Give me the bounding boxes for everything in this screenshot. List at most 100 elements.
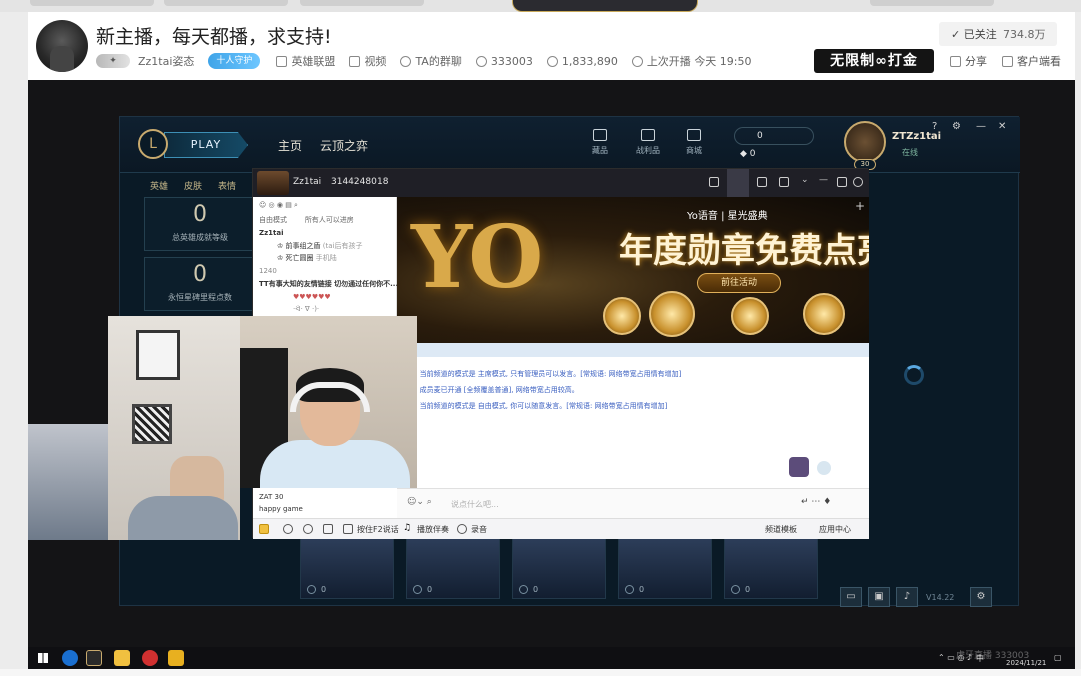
chat-input-bar[interactable]: ☺⌄ ⌕ 说点什么吧... ↵ ⋯ ♦ bbox=[397, 488, 869, 518]
champion-card[interactable]: 0 bbox=[300, 537, 394, 599]
top-tab[interactable] bbox=[164, 0, 288, 6]
member-row[interactable]: ZAT 30 bbox=[259, 493, 283, 501]
home-icon[interactable] bbox=[727, 169, 749, 197]
wall-qr-art bbox=[132, 404, 172, 444]
chevron-down-icon[interactable]: ⌄ bbox=[801, 175, 811, 185]
player-avatar[interactable] bbox=[844, 121, 886, 163]
channel-template-label[interactable]: 频道模板 bbox=[765, 524, 797, 535]
power-icon[interactable] bbox=[853, 177, 863, 187]
voice-button[interactable]: ♪ bbox=[896, 587, 918, 607]
promo-banner[interactable]: 无限制∞打金 bbox=[814, 49, 934, 73]
category-link[interactable]: 英雄联盟 bbox=[276, 53, 335, 69]
member-row[interactable]: ♔ 死亡圆圈 手机陆 bbox=[277, 253, 337, 263]
notification-icon[interactable]: ▢ bbox=[1054, 653, 1062, 662]
member-row[interactable]: happy game bbox=[259, 505, 303, 513]
record-icon[interactable] bbox=[457, 524, 467, 534]
mascot-icon[interactable] bbox=[789, 457, 809, 477]
member-row[interactable]: ♔ 前事组之盾 (tai后有孩子 bbox=[277, 241, 362, 251]
video-icon bbox=[349, 55, 361, 67]
yo-taskbar-icon[interactable] bbox=[114, 650, 130, 666]
client-watch-label: 客户端看 bbox=[1017, 55, 1061, 68]
top-tab[interactable] bbox=[870, 0, 994, 6]
nav-tft[interactable]: 云顶之弈 bbox=[320, 137, 368, 154]
send-icon[interactable]: ↵ ⋯ ♦ bbox=[801, 497, 831, 507]
eternal-stat-card: 0 永恒星碑里程点数 bbox=[144, 257, 254, 311]
missions-button[interactable]: ▣ bbox=[868, 587, 890, 607]
chat-member-panel: ☺ ◎ ◉ ▤ ⌕ 自由模式 所有人可以进房 Zz1tai ♔ 前事组之盾 (t… bbox=[253, 197, 398, 319]
fan-group-label: TA的群聊 bbox=[415, 55, 462, 68]
owner-row[interactable]: Zz1tai bbox=[259, 229, 284, 237]
keyboard-icon[interactable] bbox=[343, 524, 353, 534]
side-tab-emotes[interactable]: 表情 bbox=[218, 179, 236, 192]
app-center-label[interactable]: 应用中心 bbox=[819, 524, 851, 535]
grid-icon[interactable] bbox=[757, 177, 767, 187]
fan-group-link[interactable]: TA的群聊 bbox=[400, 53, 462, 69]
record-label[interactable]: 录音 bbox=[471, 524, 487, 535]
share-icon bbox=[950, 55, 961, 67]
rp-balance[interactable]: 0 bbox=[734, 127, 814, 145]
video-link[interactable]: 视频 bbox=[349, 53, 386, 69]
mic-icon[interactable] bbox=[303, 524, 313, 534]
side-tab-champions[interactable]: 英雄 bbox=[150, 179, 168, 192]
heat-count: 1,833,890 bbox=[546, 55, 618, 68]
champion-card[interactable]: 0 bbox=[512, 537, 606, 599]
help-icon[interactable]: ? bbox=[932, 121, 937, 132]
top-tab[interactable] bbox=[300, 0, 424, 6]
side-tab-skins[interactable]: 皮肤 bbox=[184, 179, 202, 192]
loot-button[interactable]: 战利品 bbox=[626, 127, 670, 156]
app-taskbar-icon[interactable] bbox=[142, 650, 158, 666]
ptt-label[interactable]: 按住F2说话 bbox=[357, 524, 399, 535]
collection-icon bbox=[593, 129, 607, 141]
edge-icon[interactable] bbox=[62, 650, 78, 666]
settings-icon[interactable]: ⚙ bbox=[952, 121, 961, 132]
emoji-picker-icon[interactable]: ☺⌄ ⌕ bbox=[407, 497, 432, 507]
app-logo-icon[interactable] bbox=[259, 524, 269, 534]
settings-gear-button[interactable]: ⚙ bbox=[970, 587, 992, 607]
gamepad-icon[interactable] bbox=[779, 177, 789, 187]
app-taskbar-icon[interactable] bbox=[168, 650, 184, 666]
emoji-icon[interactable] bbox=[817, 461, 831, 475]
close-icon[interactable]: ✕ bbox=[998, 121, 1006, 132]
store-button[interactable]: 商城 bbox=[672, 127, 716, 156]
nav-home[interactable]: 主页 bbox=[278, 137, 302, 154]
minimize-icon[interactable]: — bbox=[819, 175, 829, 185]
accompaniment-label[interactable]: 播放伴奏 bbox=[417, 524, 449, 535]
yo-promo-banner[interactable]: YO Yo语音 | 星光盛典 年度勋章免费点亮 前往活动 + bbox=[397, 197, 869, 343]
music-icon[interactable]: ♫ bbox=[403, 523, 413, 533]
stream-video[interactable]: PLAY L 主页 云顶之弈 藏品 战利品 商城 0 ◆ 0 30 ZTZz1t… bbox=[28, 80, 1075, 669]
lol-taskbar-icon[interactable] bbox=[86, 650, 102, 666]
streamer-shirt bbox=[260, 440, 410, 488]
champion-card[interactable]: 0 bbox=[618, 537, 712, 599]
champion-cost: 0 bbox=[321, 585, 327, 594]
follow-label: 已关注 bbox=[963, 28, 997, 41]
heart-row: ♥♥♥♥♥♥ bbox=[293, 293, 331, 301]
level-badge: ✦ bbox=[96, 54, 130, 68]
client-watch-button[interactable]: 客户端看 bbox=[1002, 53, 1061, 69]
maximize-icon[interactable] bbox=[837, 177, 847, 187]
top-tab[interactable] bbox=[30, 0, 154, 6]
windows-start-icon[interactable] bbox=[38, 653, 48, 663]
minimize-icon[interactable]: — bbox=[976, 121, 986, 132]
speaker-icon[interactable] bbox=[283, 524, 293, 534]
champion-card[interactable]: 0 bbox=[724, 537, 818, 599]
streamer-name[interactable]: Zz1tai姿态 bbox=[138, 53, 194, 69]
follow-button[interactable]: ✓ 已关注 734.8万 bbox=[939, 22, 1057, 46]
screen-share-icon[interactable] bbox=[709, 177, 719, 187]
mixer-icon[interactable] bbox=[323, 524, 333, 534]
guard-badge[interactable]: 十人守护 bbox=[208, 53, 261, 69]
play-button[interactable]: PLAY bbox=[164, 132, 248, 158]
yo-cta-button[interactable]: 前往活动 bbox=[697, 273, 781, 293]
champion-card[interactable]: 0 bbox=[406, 537, 500, 599]
be-icon bbox=[519, 585, 528, 594]
chat-bubble-button[interactable]: ▭ bbox=[840, 587, 862, 607]
streamer-avatar[interactable] bbox=[36, 20, 88, 72]
mastery-value: 0 bbox=[193, 202, 207, 227]
collection-button[interactable]: 藏品 bbox=[578, 127, 622, 156]
panel-tool-icons[interactable]: ☺ ◎ ◉ ▤ ⌕ bbox=[259, 201, 298, 210]
emote-row: ·ᐛ· ∇ ·)· bbox=[293, 305, 320, 313]
plus-icon[interactable]: + bbox=[855, 199, 865, 213]
room-avatar[interactable] bbox=[257, 171, 289, 195]
share-button[interactable]: 分享 bbox=[950, 53, 987, 69]
chat-input-placeholder[interactable]: 说点什么吧... bbox=[451, 499, 499, 510]
medal-icon bbox=[603, 297, 641, 335]
